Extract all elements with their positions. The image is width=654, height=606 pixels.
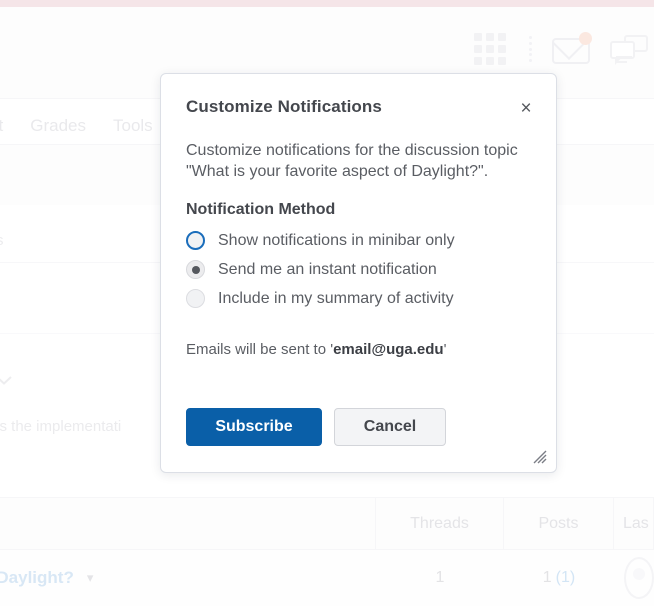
email-note-prefix: Emails will be sent to ' bbox=[186, 341, 334, 358]
notification-method-radio-group: Show notifications in minibar only Send … bbox=[186, 226, 526, 313]
customize-notifications-dialog: Customize Notifications × Customize noti… bbox=[160, 73, 557, 473]
radio-icon-summary bbox=[186, 289, 205, 308]
cancel-button[interactable]: Cancel bbox=[334, 408, 446, 446]
radio-option-summary[interactable]: Include in my summary of activity bbox=[186, 284, 526, 313]
email-note: Emails will be sent to 'email@uga.edu' bbox=[186, 341, 446, 358]
dialog-actions: Subscribe Cancel bbox=[186, 408, 446, 446]
radio-label-instant: Send me an instant notification bbox=[218, 260, 437, 278]
radio-option-instant[interactable]: Send me an instant notification bbox=[186, 255, 526, 284]
email-note-suffix: ' bbox=[443, 341, 447, 358]
dialog-description: Customize notifications for the discussi… bbox=[186, 142, 518, 180]
dialog-title: Customize Notifications bbox=[186, 97, 382, 116]
notification-method-label: Notification Method bbox=[186, 201, 336, 218]
radio-icon-minibar bbox=[186, 231, 205, 250]
subscribe-button[interactable]: Subscribe bbox=[186, 408, 322, 446]
close-icon[interactable]: × bbox=[514, 96, 538, 120]
radio-label-summary: Include in my summary of activity bbox=[218, 289, 454, 307]
resize-grip-icon[interactable] bbox=[533, 450, 547, 464]
email-address: email@uga.edu bbox=[333, 341, 444, 358]
radio-icon-instant bbox=[186, 260, 205, 279]
radio-option-minibar[interactable]: Show notifications in minibar only bbox=[186, 226, 526, 255]
radio-label-minibar: Show notifications in minibar only bbox=[218, 231, 455, 249]
